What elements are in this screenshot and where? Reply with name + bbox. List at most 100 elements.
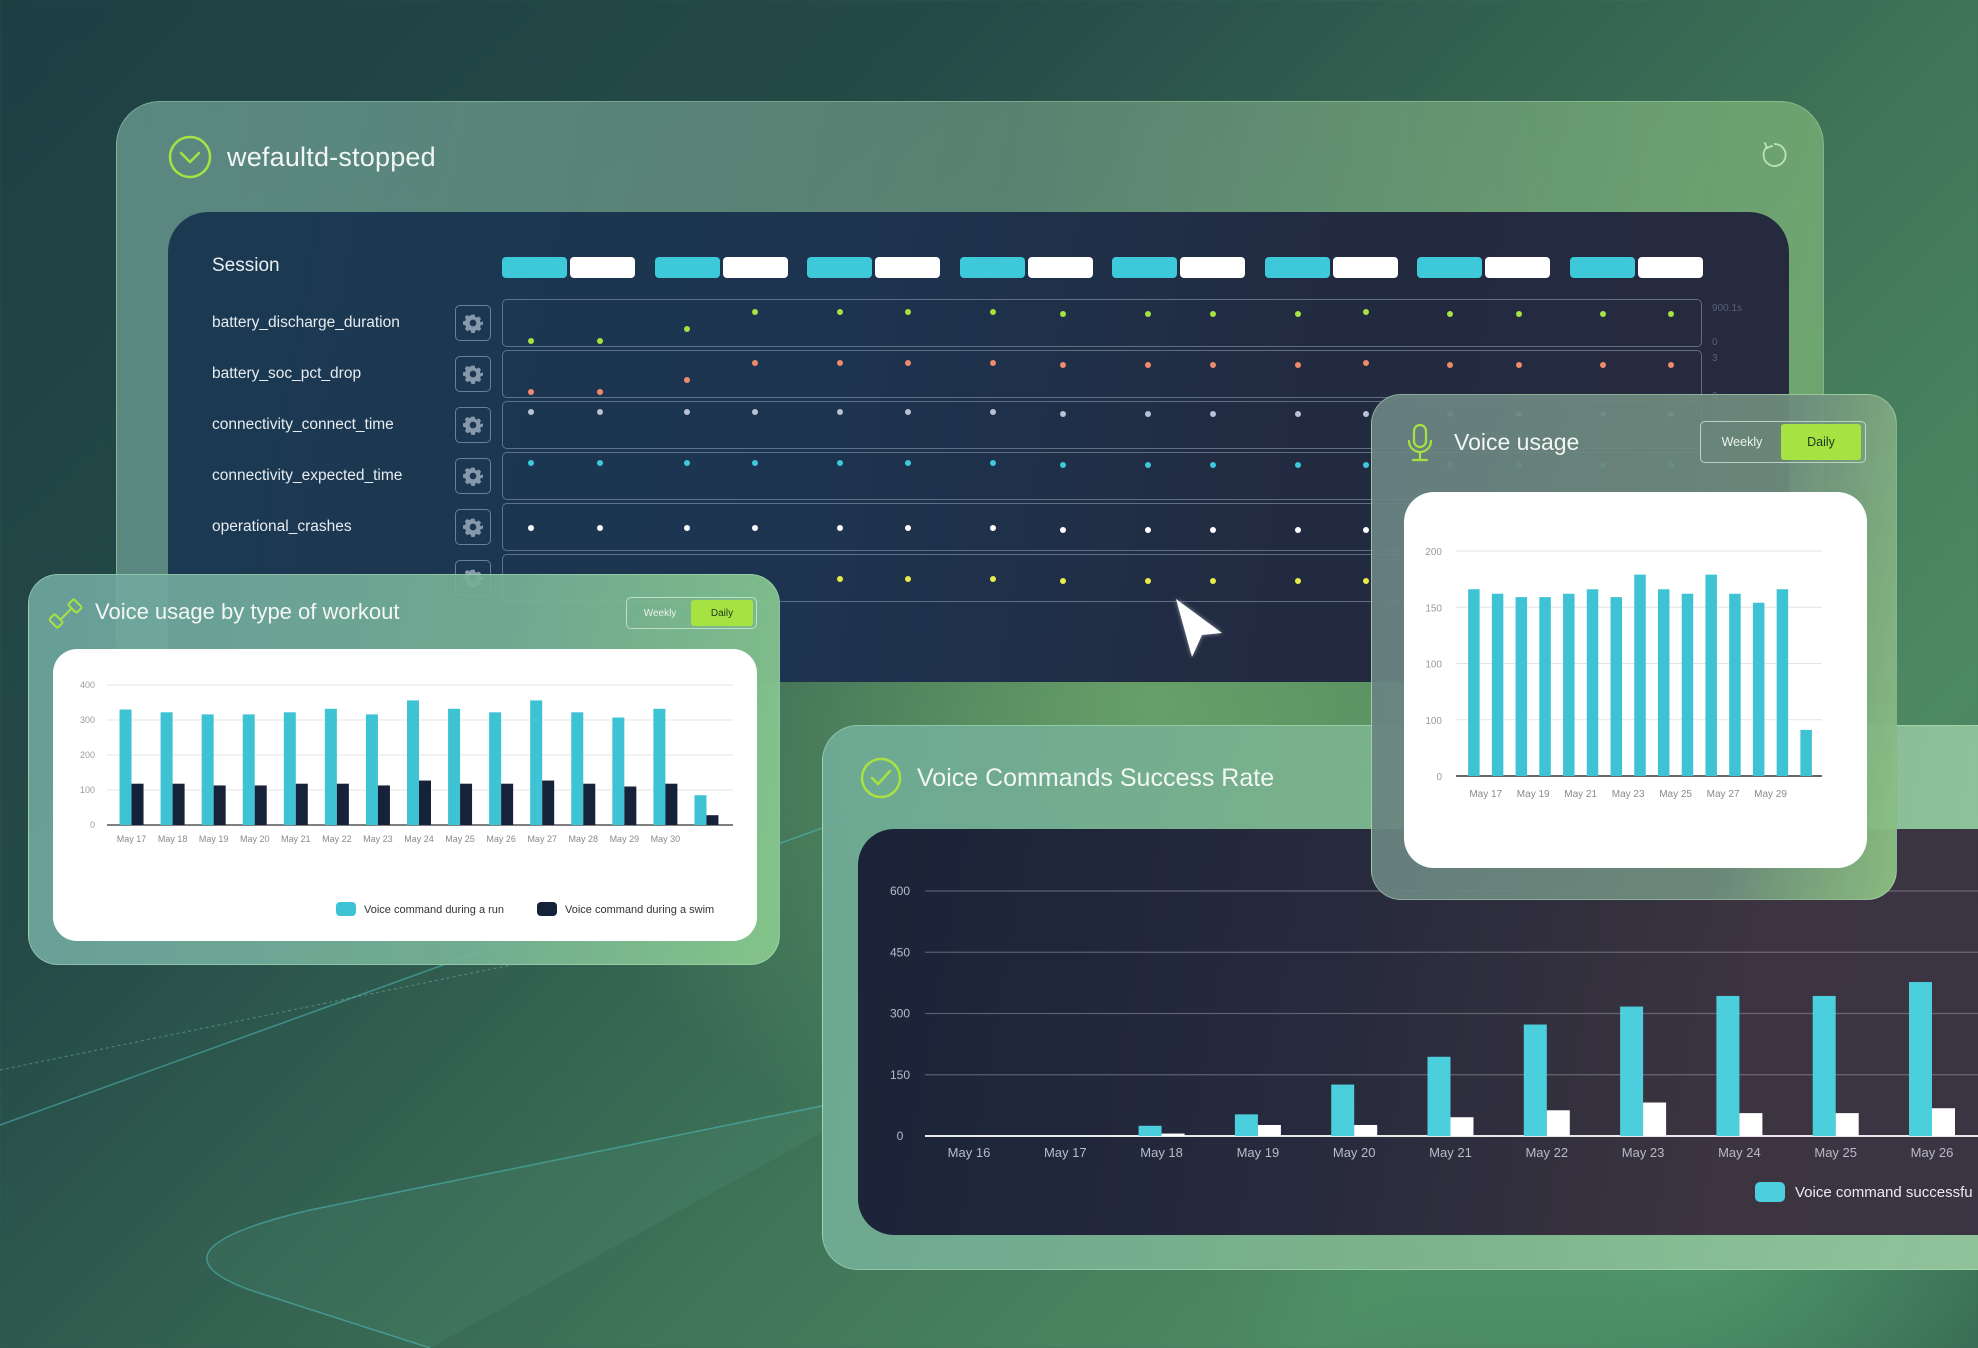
- metric-data-point: [528, 388, 534, 395]
- metric-data-point: [1145, 411, 1151, 417]
- workout-card-title: Voice usage by type of workout: [95, 599, 400, 624]
- metric-data-point: [597, 459, 603, 466]
- metric-data-point: [528, 525, 534, 531]
- metric-data-point: [1060, 578, 1066, 585]
- x-tick-label: May 17: [1044, 1145, 1087, 1160]
- bar-voice-usage: [1729, 593, 1741, 776]
- bar-voice-usage: [1776, 589, 1789, 776]
- session-pill-white[interactable]: [722, 257, 788, 278]
- metric-settings-button[interactable]: [455, 458, 491, 494]
- bar-voice-usage: [1681, 593, 1694, 776]
- bar-swim: [665, 783, 678, 825]
- x-tick-label: May 24: [1718, 1145, 1761, 1160]
- daily-toggle-button[interactable]: Daily: [691, 600, 753, 626]
- metric-data-point: [684, 525, 690, 531]
- metric-data-point: [1363, 309, 1369, 315]
- scale-label: 900.1s: [1712, 303, 1743, 314]
- metric-data-point: [837, 309, 843, 315]
- y-tick-label: 100: [80, 785, 95, 795]
- metric-data-point: [1363, 527, 1369, 534]
- gear-icon: [463, 314, 483, 333]
- y-tick-label: 200: [80, 750, 95, 760]
- bar-successful: [1909, 982, 1932, 1136]
- metric-data-point: [1600, 311, 1606, 318]
- panel-title: wefaultd-stopped: [227, 141, 436, 172]
- bar-voice-usage: [1705, 574, 1717, 776]
- session-pill-white[interactable]: [1332, 257, 1398, 278]
- voice-card-title: Voice usage: [1454, 429, 1580, 455]
- x-tick-label: May 28: [569, 834, 599, 844]
- session-pill-cyan[interactable]: [1417, 257, 1482, 278]
- session-pill-cyan[interactable]: [1112, 257, 1177, 278]
- bar-swim: [131, 783, 144, 825]
- y-tick-label: 150: [890, 1068, 910, 1082]
- metric-data-point: [528, 459, 534, 466]
- bar-run: [407, 700, 419, 825]
- metric-settings-button[interactable]: [455, 407, 491, 443]
- metric-data-point: [684, 376, 690, 383]
- refresh-icon[interactable]: [1759, 140, 1789, 170]
- voice-period-toggle: Weekly Daily: [1700, 421, 1866, 463]
- session-pill-white[interactable]: [1027, 257, 1093, 278]
- y-tick-label: 0: [90, 820, 95, 830]
- metric-data-point: [990, 309, 996, 315]
- metric-data-point: [905, 408, 911, 415]
- bar-successful: [1234, 1114, 1258, 1136]
- bar-swim: [624, 786, 637, 825]
- bar-voice-usage: [1491, 593, 1504, 776]
- x-tick-label: May 22: [322, 834, 352, 844]
- legend-swatch-run: [336, 902, 356, 916]
- bar-successful: [1331, 1084, 1355, 1136]
- session-pill-cyan[interactable]: [959, 257, 1025, 278]
- metric-data-point: [1060, 411, 1066, 417]
- metric-label: battery_soc_pct_drop: [212, 365, 362, 382]
- metric-data-point: [1145, 311, 1151, 318]
- metric-data-point: [1600, 362, 1606, 369]
- check-circle-icon: [860, 757, 902, 799]
- x-tick-label: May 16: [948, 1145, 991, 1160]
- session-pill-cyan[interactable]: [502, 257, 567, 278]
- session-pill-white[interactable]: [1180, 257, 1245, 278]
- metric-data-point: [905, 459, 911, 466]
- bar-successful: [1812, 995, 1836, 1136]
- bar-failed: [1739, 1113, 1763, 1136]
- daily-toggle-button[interactable]: Daily: [1781, 424, 1861, 460]
- metric-data-point: [1210, 578, 1216, 585]
- metric-data-point: [1668, 362, 1674, 369]
- metric-data-point: [1145, 578, 1151, 585]
- session-pill-white[interactable]: [1485, 257, 1550, 278]
- metric-settings-button[interactable]: [455, 356, 491, 392]
- bar-failed: [1643, 1102, 1667, 1136]
- metric-data-point: [1210, 462, 1216, 468]
- session-pill-cyan[interactable]: [654, 257, 720, 278]
- session-pill-white[interactable]: [570, 257, 635, 278]
- bar-failed: [1161, 1133, 1185, 1136]
- x-tick-label: May 26: [1911, 1145, 1954, 1160]
- y-tick-label: 200: [1425, 547, 1442, 558]
- chevron-down-circle-icon[interactable]: [167, 134, 213, 180]
- bar-successful: [1523, 1024, 1547, 1136]
- session-pill-white[interactable]: [1637, 257, 1703, 278]
- bar-swim: [542, 780, 555, 825]
- x-tick-label: May 26: [486, 834, 516, 844]
- bar-failed: [1835, 1113, 1859, 1136]
- session-pill-white[interactable]: [875, 257, 940, 278]
- session-pill-cyan[interactable]: [807, 257, 872, 278]
- metric-data-point: [1363, 360, 1369, 366]
- bar-run: [242, 714, 255, 825]
- metric-data-point: [752, 360, 758, 366]
- x-tick-label: May 19: [1237, 1145, 1280, 1160]
- metric-data-point: [905, 360, 911, 366]
- metric-data-point: [1295, 462, 1301, 468]
- weekly-toggle-button[interactable]: Weekly: [1703, 424, 1781, 460]
- metric-data-point: [990, 408, 996, 415]
- session-pill-cyan[interactable]: [1264, 257, 1330, 278]
- metric-settings-button[interactable]: [455, 305, 491, 341]
- bar-swim: [336, 783, 349, 825]
- y-tick-label: 300: [890, 1007, 910, 1021]
- x-tick-label: May 23: [363, 834, 393, 844]
- y-tick-label: 100: [1425, 716, 1442, 727]
- session-pill-cyan[interactable]: [1569, 257, 1635, 278]
- weekly-toggle-button[interactable]: Weekly: [629, 600, 691, 626]
- metric-settings-button[interactable]: [455, 509, 491, 545]
